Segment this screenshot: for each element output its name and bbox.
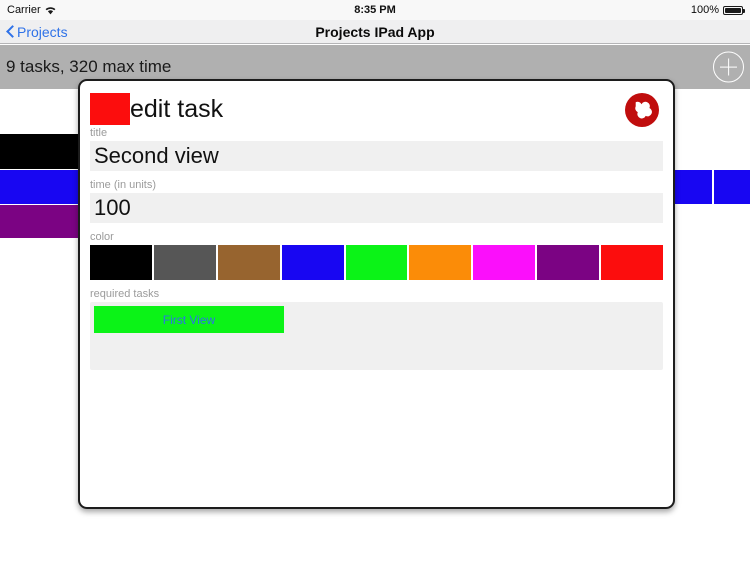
required-task-item[interactable]: First View bbox=[94, 306, 284, 333]
status-bar-time: 8:35 PM bbox=[354, 4, 396, 16]
nav-bar: Projects Projects IPad App bbox=[0, 20, 750, 44]
time-field-label: time (in units) bbox=[90, 179, 157, 191]
color-swatch-0[interactable] bbox=[90, 245, 152, 280]
time-field-group: time (in units) 100 bbox=[80, 179, 673, 223]
color-swatch-8[interactable] bbox=[601, 245, 664, 280]
battery-icon bbox=[723, 5, 745, 15]
add-task-button[interactable] bbox=[713, 51, 744, 83]
color-swatch-2[interactable] bbox=[217, 245, 280, 280]
wifi-icon bbox=[45, 6, 56, 15]
app-screen: Carrier 8:35 PM 100% Projects Projects I… bbox=[0, 0, 750, 563]
title-input[interactable]: Second view bbox=[90, 141, 663, 171]
color-swatch-3[interactable] bbox=[281, 245, 344, 280]
status-bar-right: 100% bbox=[690, 4, 745, 16]
background-task-row[interactable] bbox=[672, 170, 712, 204]
dialog-header: edit task bbox=[80, 81, 673, 127]
required-tasks-group: required tasks First View bbox=[80, 288, 673, 370]
close-icon[interactable] bbox=[623, 91, 661, 129]
color-field-group: color bbox=[80, 231, 673, 280]
status-bar: Carrier 8:35 PM 100% bbox=[0, 0, 750, 20]
task-summary-label: 9 tasks, 320 max time bbox=[6, 57, 172, 76]
color-swatch-1[interactable] bbox=[153, 245, 216, 280]
color-swatch-row bbox=[90, 245, 664, 280]
page-title: Projects IPad App bbox=[315, 23, 435, 40]
edit-task-dialog: edit task title Second view time (in uni… bbox=[78, 79, 675, 509]
color-field-label: color bbox=[90, 231, 114, 243]
background-task-row[interactable] bbox=[714, 170, 750, 204]
task-color-swatch bbox=[90, 92, 130, 125]
title-field-group: title Second view bbox=[80, 127, 673, 171]
color-swatch-4[interactable] bbox=[345, 245, 408, 280]
color-swatch-5[interactable] bbox=[409, 245, 472, 280]
time-input[interactable]: 100 bbox=[90, 193, 663, 223]
battery-percent-label: 100% bbox=[690, 4, 719, 16]
title-field-label: title bbox=[90, 127, 108, 139]
color-swatch-7[interactable] bbox=[537, 245, 600, 280]
required-tasks-list: First View bbox=[90, 302, 663, 370]
carrier-label: Carrier bbox=[7, 4, 41, 16]
color-swatch-6[interactable] bbox=[473, 245, 536, 280]
dialog-title: edit task bbox=[130, 94, 224, 123]
required-tasks-label: required tasks bbox=[90, 288, 160, 300]
status-bar-left: Carrier bbox=[7, 4, 56, 16]
